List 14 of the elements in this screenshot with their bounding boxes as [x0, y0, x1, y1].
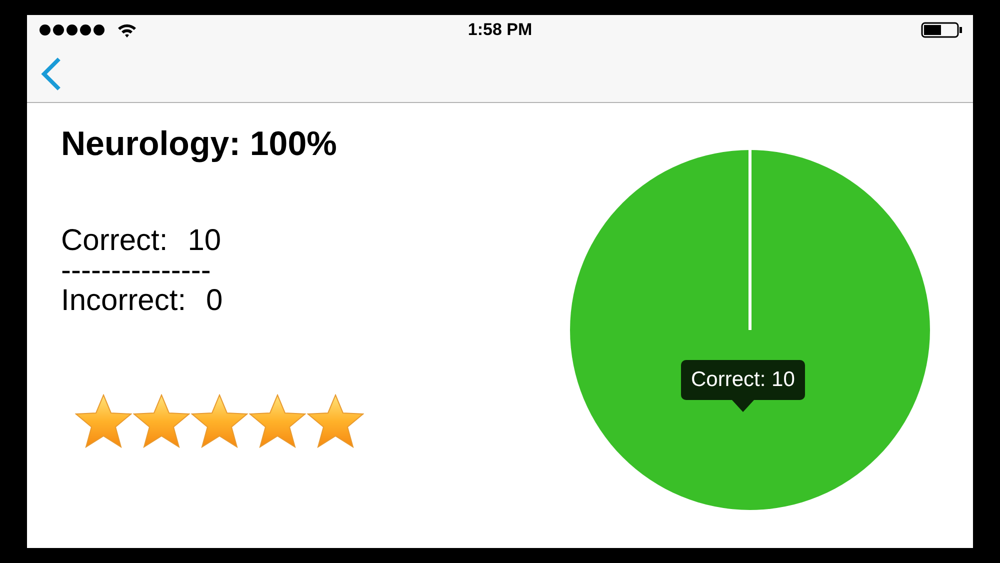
back-button[interactable] [39, 56, 63, 92]
star-icon [191, 394, 248, 448]
star-icon [133, 394, 190, 448]
wifi-icon [117, 22, 137, 38]
battery-icon [921, 22, 963, 38]
tooltip-pointer-icon [732, 400, 754, 412]
score-title: Neurology: 100% [61, 125, 338, 164]
incorrect-label: Incorrect: [61, 284, 186, 318]
signal-icon [39, 24, 105, 36]
star-icon [249, 394, 306, 448]
status-time: 1:58 PM [468, 20, 532, 40]
incorrect-count: 0 [206, 284, 223, 318]
star-icon [75, 394, 132, 448]
star-icon [307, 394, 364, 448]
